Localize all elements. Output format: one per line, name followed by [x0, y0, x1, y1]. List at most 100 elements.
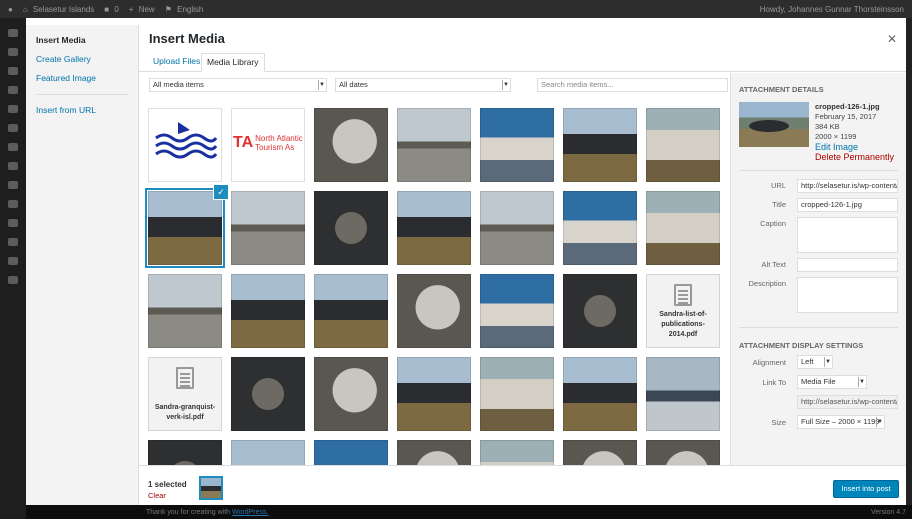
wordpress-logo-icon[interactable]: ●: [8, 5, 13, 14]
attachment-thumbnail[interactable]: [397, 274, 471, 348]
attachment-file[interactable]: Sandra-list-of-publications-2014.pdf: [646, 274, 720, 348]
chevron-down-icon: ▼: [858, 377, 865, 387]
attachment-thumbnail[interactable]: [646, 440, 720, 465]
collapse-icon[interactable]: [8, 276, 18, 284]
attachment-thumbnail[interactable]: [646, 191, 720, 265]
menu-insert-from-url[interactable]: Insert from URL: [26, 101, 138, 120]
attachment-thumbnail[interactable]: [314, 274, 388, 348]
attachment-thumbnail[interactable]: [231, 357, 305, 431]
attachment-thumbnail[interactable]: [314, 108, 388, 182]
close-icon[interactable]: ✕: [887, 32, 897, 46]
attachment-thumbnail[interactable]: [563, 191, 637, 265]
link-to-select[interactable]: Media File ▼: [797, 375, 867, 389]
user-account-link[interactable]: Howdy, Johannes Gunnar Thorsteinsson: [760, 5, 904, 14]
wordpress-link[interactable]: WordPress.: [232, 509, 268, 516]
attachment-thumbnail[interactable]: [480, 108, 554, 182]
chevron-down-icon: ▼: [824, 357, 831, 367]
date-filter[interactable]: All dates ▼: [335, 78, 511, 92]
media-modal: Insert Media Create Gallery Featured Ima…: [26, 25, 906, 505]
attachment-thumbnail[interactable]: TA North Atlantic Tourism As: [231, 108, 305, 182]
caption-label: Caption: [760, 219, 786, 228]
alignment-label: Alignment: [752, 358, 786, 367]
attachment-thumbnail[interactable]: [231, 274, 305, 348]
alignment-select[interactable]: Left ▼: [797, 355, 833, 369]
settings-icon[interactable]: [8, 219, 18, 227]
attachment-thumbnail[interactable]: [480, 357, 554, 431]
attachment-thumbnail[interactable]: [563, 440, 637, 465]
attachment-thumbnail[interactable]: [480, 191, 554, 265]
appearance-icon[interactable]: [8, 143, 18, 151]
attachment-thumbnail[interactable]: [148, 108, 222, 182]
attachment-thumbnail[interactable]: [148, 440, 222, 465]
alt-text-row: Alt Text: [739, 258, 898, 272]
date-filter-value: All dates: [339, 80, 368, 89]
link-to-label: Link To: [762, 378, 786, 387]
clear-selection-link[interactable]: Clear: [148, 491, 166, 500]
file-name: Sandra-granquist-verk-isl.pdf: [154, 404, 216, 421]
attachment-thumbnail[interactable]: [563, 357, 637, 431]
tab-upload-files[interactable]: Upload Files: [148, 53, 205, 72]
attachment-thumbnail[interactable]: [397, 440, 471, 465]
selected-thumbnail[interactable]: [199, 476, 223, 500]
title-field[interactable]: cropped-126-1.jpg: [797, 198, 898, 212]
menu-insert-media[interactable]: Insert Media: [26, 31, 138, 50]
footer-thanks-prefix: Thank you for creating with: [146, 508, 232, 516]
attachment-thumbnail[interactable]: [563, 274, 637, 348]
url-field[interactable]: http://selasetur.is/wp-content/uploads/2…: [797, 179, 898, 193]
size-row: Size Full Size – 2000 × 1199 ▼: [739, 415, 898, 430]
menu-featured-image[interactable]: Featured Image: [26, 69, 138, 88]
document-icon: [674, 284, 692, 306]
attachment-thumbnail[interactable]: [314, 440, 388, 465]
chevron-down-icon: ▼: [876, 417, 883, 427]
users-icon[interactable]: [8, 181, 18, 189]
edit-image-link[interactable]: Edit Image: [815, 142, 894, 152]
media-type-filter[interactable]: All media items ▼: [149, 78, 327, 92]
attachment-thumbnail[interactable]: [480, 274, 554, 348]
plugins-icon[interactable]: [8, 162, 18, 170]
attachment-sidebar: ATTACHMENT DETAILS cropped-126-1.jpg Feb…: [730, 73, 906, 465]
description-label: Description: [748, 279, 786, 288]
size-select[interactable]: Full Size – 2000 × 1199 ▼: [797, 415, 885, 429]
attachment-thumbnail[interactable]: [148, 274, 222, 348]
comments-icon[interactable]: [8, 124, 18, 132]
tab-media-library[interactable]: Media Library: [201, 53, 265, 72]
insert-into-post-button[interactable]: Insert into post: [833, 480, 899, 498]
alt-text-field[interactable]: [797, 258, 898, 272]
pages-icon[interactable]: [8, 105, 18, 113]
search-input[interactable]: Search media items...: [537, 78, 728, 92]
site-name-link[interactable]: ⌂ Selasetur Islands: [23, 5, 94, 14]
new-content-link[interactable]: + New: [129, 5, 155, 14]
attachment-thumbnail[interactable]: [314, 191, 388, 265]
description-field[interactable]: [797, 277, 898, 313]
seo-icon[interactable]: [8, 238, 18, 246]
delete-permanently-link[interactable]: Delete Permanently: [815, 152, 894, 162]
posts-icon[interactable]: [8, 67, 18, 75]
dashboard-icon[interactable]: [8, 29, 18, 37]
checkmark-icon[interactable]: ✓: [214, 185, 228, 199]
document-icon: [176, 367, 194, 389]
display-settings: ATTACHMENT DISPLAY SETTINGS Alignment Le…: [739, 327, 898, 430]
menu-create-gallery[interactable]: Create Gallery: [26, 50, 138, 69]
attachment-thumbnail[interactable]: [397, 191, 471, 265]
attachment-thumbnail[interactable]: [397, 357, 471, 431]
attachment-thumbnail[interactable]: [231, 191, 305, 265]
alignment-value: Left: [801, 357, 814, 366]
attachment-thumbnail[interactable]: [646, 108, 720, 182]
attachment-thumbnail[interactable]: [646, 357, 720, 431]
jetpack-icon[interactable]: [8, 48, 18, 56]
attachment-thumbnail[interactable]: [563, 108, 637, 182]
languages-icon[interactable]: [8, 257, 18, 265]
attachment-thumbnail[interactable]: [231, 440, 305, 465]
attachment-thumbnail[interactable]: [314, 357, 388, 431]
media-icon[interactable]: [8, 86, 18, 94]
comments-link[interactable]: ■ 0: [104, 5, 119, 14]
attachment-file[interactable]: Sandra-granquist-verk-isl.pdf: [148, 357, 222, 431]
attachment-thumbnail[interactable]: [397, 108, 471, 182]
caption-field[interactable]: [797, 217, 898, 253]
attachment-thumbnail[interactable]: [480, 440, 554, 465]
attachments-grid: TA North Atlantic Tourism As ✓ Sandra-list-…: [139, 97, 730, 465]
attachment-thumbnail[interactable]: ✓: [145, 185, 228, 268]
tools-icon[interactable]: [8, 200, 18, 208]
link-url-row: http://selasetur.is/wp-content/uploads/2…: [739, 395, 898, 410]
language-link[interactable]: ⚑ English: [165, 5, 204, 14]
